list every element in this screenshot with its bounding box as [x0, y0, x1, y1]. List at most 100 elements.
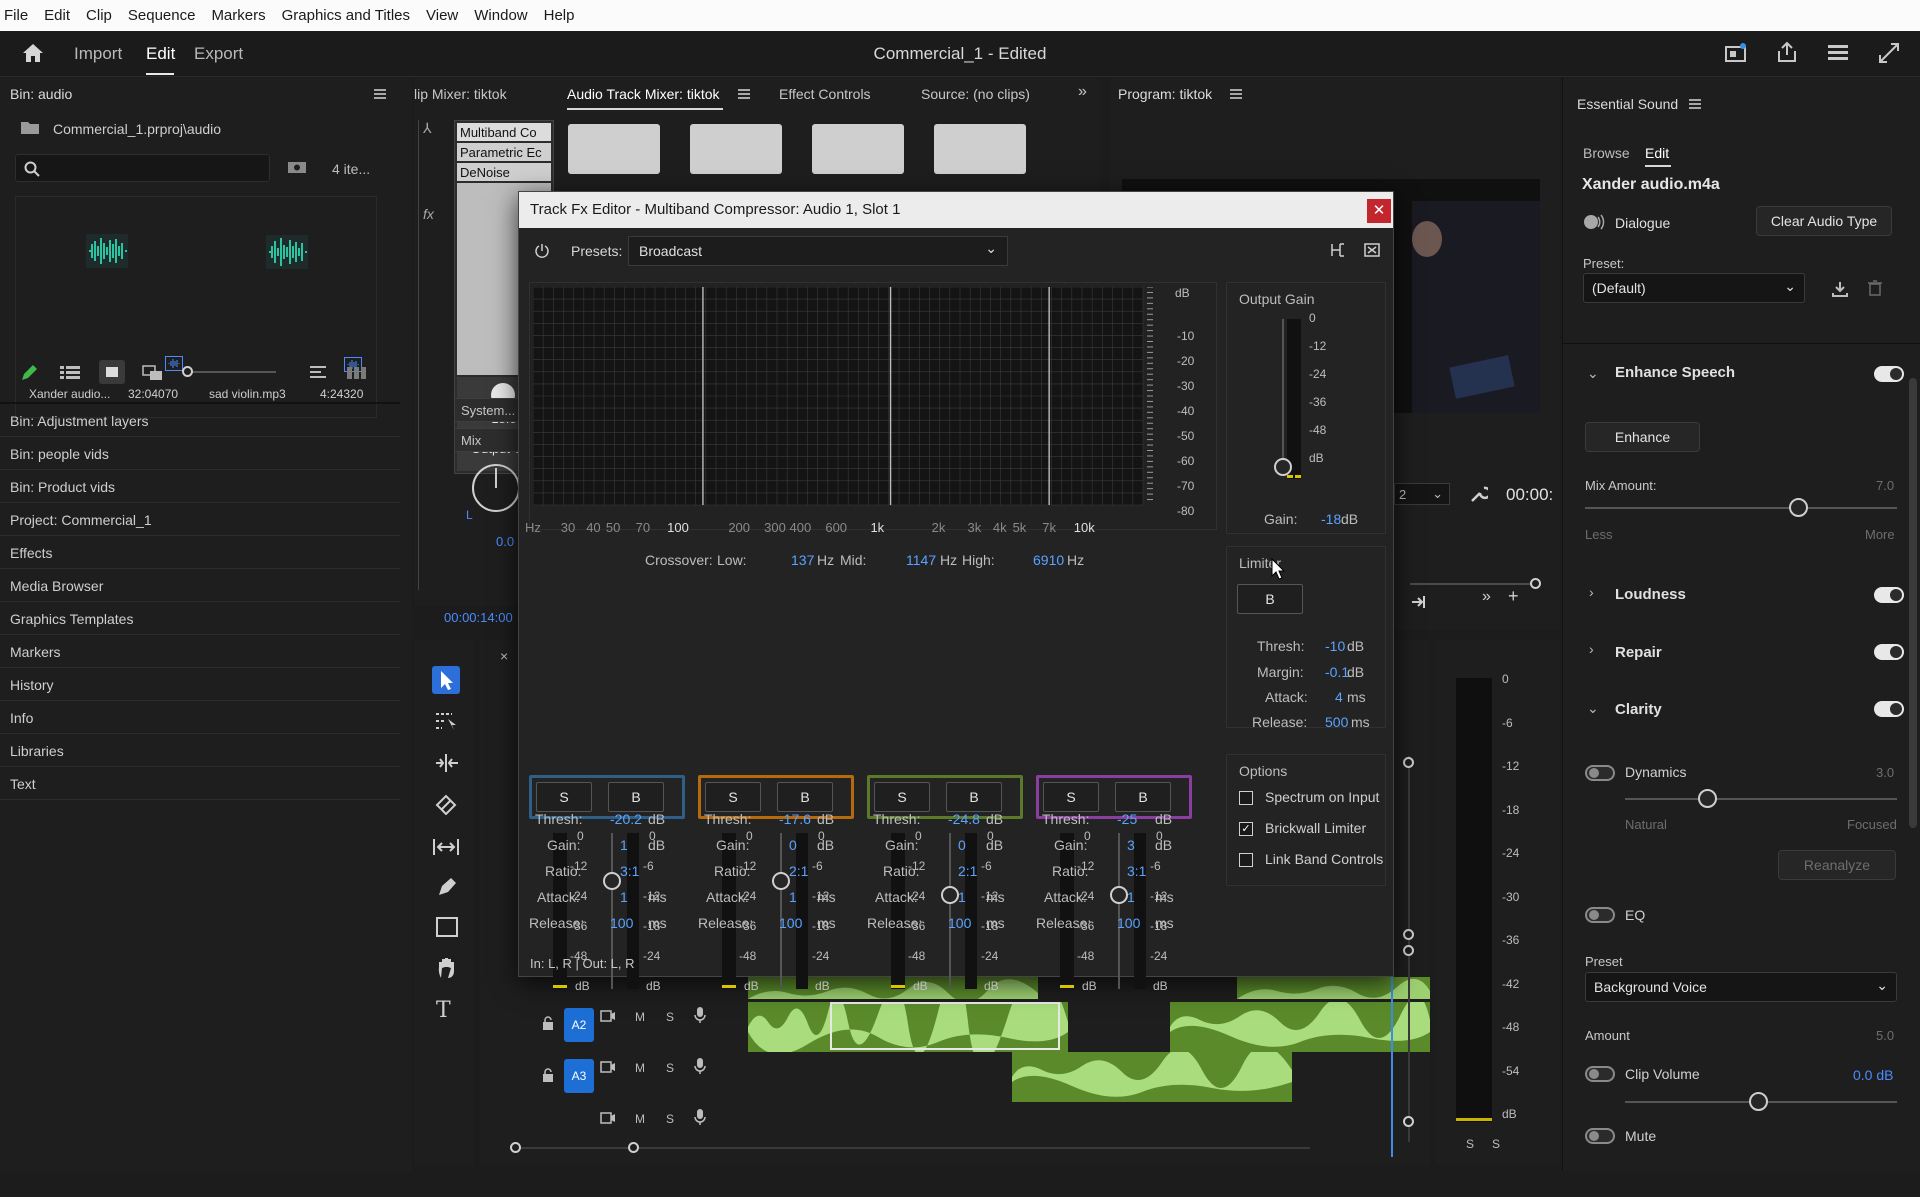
menu-help[interactable]: Help	[544, 7, 575, 24]
dynamics-toggle[interactable]	[1585, 765, 1615, 781]
panel-markers[interactable]: Markers	[0, 635, 400, 668]
list-view-icon[interactable]	[60, 366, 80, 380]
band-2-release-value[interactable]: 100	[779, 915, 802, 931]
clip-thumbnail-xander[interactable]	[86, 234, 128, 268]
panel-graphics-templates[interactable]: Graphics Templates	[0, 602, 400, 635]
panel-text[interactable]: Text	[0, 767, 400, 800]
more-controls-icon[interactable]: »	[1482, 588, 1491, 606]
panel-history[interactable]: History	[0, 668, 400, 701]
program-timecode[interactable]: 00:00:	[1506, 485, 1553, 505]
selected-clip-outline[interactable]	[830, 1002, 1060, 1050]
chevron-down-icon[interactable]: ⌄	[1587, 700, 1599, 717]
band-1-solo-button[interactable]: S	[536, 782, 592, 812]
panel-libraries[interactable]: Libraries	[0, 734, 400, 767]
menu-window[interactable]: Window	[474, 7, 527, 24]
selection-tool-icon[interactable]	[432, 666, 460, 694]
zoom-dropdown[interactable]: 2 ⌄	[1394, 483, 1450, 505]
clear-audio-type-button[interactable]: Clear Audio Type	[1756, 206, 1892, 236]
band-2-attack-value[interactable]: 1	[789, 889, 797, 905]
track-a3-badge[interactable]: A3	[564, 1059, 594, 1093]
band-1-attack-value[interactable]: 1	[620, 889, 628, 905]
enhance-button[interactable]: Enhance	[1585, 422, 1700, 452]
microphone-icon[interactable]	[694, 1108, 706, 1126]
es-tab-browse[interactable]: Browse	[1583, 145, 1630, 161]
band-2-bypass-button[interactable]: B	[777, 782, 833, 812]
system-dropdown[interactable]: System...	[454, 398, 524, 422]
band-3-threshold-fader[interactable]	[949, 833, 951, 989]
clip-name-xander[interactable]: Xander audio...	[29, 387, 110, 401]
panel-info[interactable]: Info	[0, 701, 400, 734]
crossover-high-value[interactable]: 6910	[1033, 552, 1064, 568]
band-4-threshold-fader[interactable]	[1118, 833, 1120, 989]
arrow-icon[interactable]: ⅄	[423, 120, 432, 137]
bin-menu-icon[interactable]	[374, 89, 386, 99]
band-3-bypass-button[interactable]: B	[946, 782, 1002, 812]
rectangle-tool-icon[interactable]	[436, 917, 458, 937]
clarity-toggle[interactable]	[1874, 701, 1904, 717]
output-gain-handle[interactable]	[1274, 458, 1292, 476]
band-4-threshold-handle[interactable]	[1110, 886, 1128, 905]
limiter-thresh-value[interactable]: -10	[1325, 638, 1345, 654]
band-3-release-value[interactable]: 100	[948, 915, 971, 931]
mixer-effect-rack-5[interactable]	[934, 124, 1026, 174]
output-gain-value[interactable]: -18	[1321, 511, 1341, 527]
meter-solo-left[interactable]: S	[1466, 1137, 1474, 1151]
band-4-attack-value[interactable]: 1	[1127, 889, 1135, 905]
output-gain-fader[interactable]	[1282, 319, 1284, 469]
sort-icon[interactable]	[310, 366, 326, 380]
menu-clip[interactable]: Clip	[86, 7, 112, 24]
band-3-solo-button[interactable]: S	[874, 782, 930, 812]
home-icon[interactable]	[22, 43, 44, 63]
mix-amount-value[interactable]: 7.0	[1876, 478, 1894, 493]
eq-preset-select[interactable]: Background Voice ⌄	[1585, 972, 1897, 1002]
automate-icon[interactable]	[347, 366, 367, 380]
delete-preset-icon[interactable]	[1868, 280, 1882, 296]
band-3-ratio-value[interactable]: 2:1	[958, 863, 977, 879]
limiter-bypass-button[interactable]: B	[1237, 584, 1303, 614]
meter-solo-right[interactable]: S	[1492, 1137, 1500, 1151]
crossover-mid-value[interactable]: 1147	[906, 552, 936, 568]
share-icon[interactable]	[1776, 41, 1798, 63]
slip-tool-icon[interactable]	[432, 837, 460, 857]
option-checkbox[interactable]	[1239, 791, 1253, 805]
workspaces-icon[interactable]	[1827, 44, 1849, 62]
limiter-release-value[interactable]: 500	[1325, 714, 1348, 730]
enhance-speech-toggle[interactable]	[1874, 366, 1904, 382]
scrubber-handle[interactable]	[1530, 578, 1541, 589]
band-3-gain-value[interactable]: 0	[958, 837, 966, 853]
sync-lock-icon[interactable]	[600, 1061, 616, 1073]
quick-export-icon[interactable]	[1725, 43, 1747, 63]
tab-import[interactable]: Import	[74, 44, 122, 64]
menu-graphics-and-titles[interactable]: Graphics and Titles	[282, 7, 410, 24]
band-4-gain-value[interactable]: 3	[1127, 837, 1135, 853]
band-4-ratio-value[interactable]: 3:1	[1127, 863, 1146, 879]
solo-button-a4[interactable]: S	[666, 1112, 674, 1126]
panel-media-browser[interactable]: Media Browser	[0, 569, 400, 602]
band-1-gain-value[interactable]: 1	[620, 837, 628, 853]
mix-dropdown[interactable]: Mix	[454, 428, 524, 452]
scrollbar-end-handle[interactable]	[628, 1142, 639, 1153]
wrench-icon[interactable]	[1470, 485, 1488, 503]
fx-icon[interactable]: fx	[423, 206, 434, 222]
insert-icon[interactable]	[1410, 594, 1426, 610]
pencil-icon[interactable]	[20, 364, 38, 382]
bin-search-input[interactable]	[15, 154, 270, 182]
fx-titlebar[interactable]: Track Fx Editor - Multiband Compressor: …	[519, 192, 1393, 228]
zoom-slider[interactable]	[182, 366, 276, 377]
sync-lock-icon[interactable]	[600, 1112, 616, 1124]
pen-tool-icon[interactable]	[436, 876, 458, 898]
band-4-release-value[interactable]: 100	[1117, 915, 1140, 931]
zoom-slider-handle[interactable]	[182, 366, 193, 377]
vscroll-handle-mid[interactable]	[1403, 929, 1414, 940]
track-select-tool-icon[interactable]	[434, 711, 458, 731]
eq-toggle[interactable]	[1585, 907, 1615, 923]
chevron-right-icon[interactable]: ›	[1589, 641, 1594, 657]
clip-volume-toggle[interactable]	[1585, 1066, 1615, 1082]
menu-file[interactable]: File	[4, 7, 28, 24]
band-2-solo-button[interactable]: S	[705, 782, 761, 812]
new-bin-icon[interactable]	[287, 160, 307, 174]
loudness-toggle[interactable]	[1874, 587, 1904, 603]
razor-tool-icon[interactable]	[434, 793, 458, 815]
mixer-effect-rack-4[interactable]	[812, 124, 904, 174]
playhead[interactable]	[1391, 977, 1393, 1157]
